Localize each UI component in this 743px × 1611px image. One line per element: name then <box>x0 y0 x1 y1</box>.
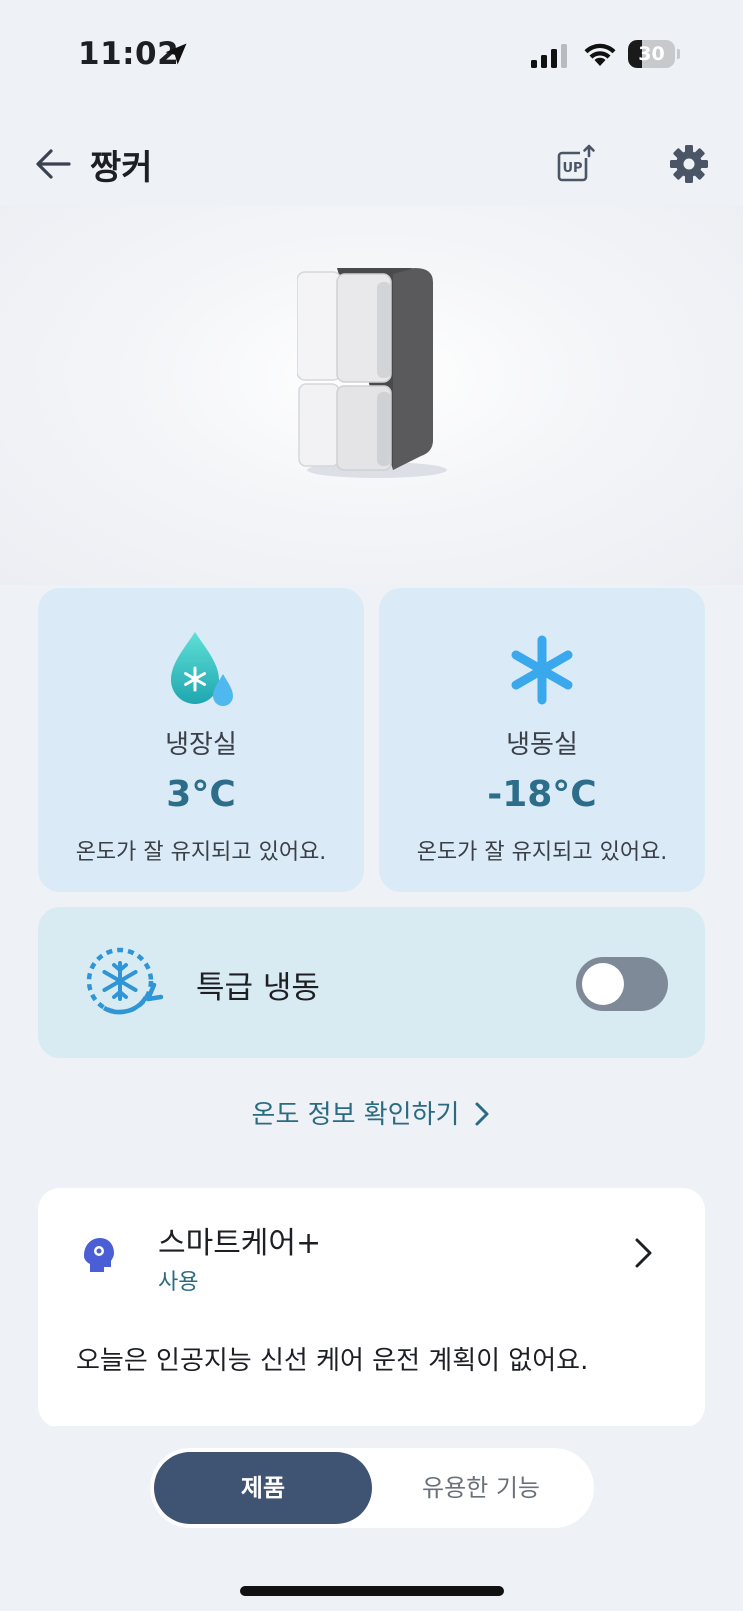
water-drop-snowflake-icon <box>171 632 233 706</box>
express-freeze-label: 특급 냉동 <box>196 970 320 1006</box>
location-arrow-icon <box>165 43 187 65</box>
smartcare-message: 오늘은 인공지능 신선 케어 운전 계획이 없어요. <box>76 1346 589 1376</box>
fridge-compartment-card[interactable]: 냉장실 3°C 온도가 잘 유지되고 있어요. <box>38 588 364 892</box>
express-freeze-card: 특급 냉동 <box>38 907 705 1058</box>
wifi-icon <box>584 43 616 66</box>
temperature-info-link-label: 온도 정보 확인하기 <box>251 1100 460 1130</box>
smartcare-title: 스마트케어+ <box>158 1226 322 1261</box>
product-hero <box>0 205 743 585</box>
freezer-compartment-card[interactable]: 냉동실 -18°C 온도가 잘 유지되고 있어요. <box>379 588 705 892</box>
freezer-temperature: -18°C <box>487 774 597 815</box>
chevron-right-icon <box>475 1102 489 1126</box>
freezer-label: 냉동실 <box>506 730 578 760</box>
upgrade-icon[interactable]: UP <box>556 144 596 184</box>
status-bar: 11:02 30 <box>0 0 743 110</box>
chevron-right-icon[interactable] <box>632 1236 654 1270</box>
battery-icon: 30 <box>628 40 680 68</box>
battery-percentage: 30 <box>638 43 665 65</box>
freezer-status: 온도가 잘 유지되고 있어요. <box>416 840 668 865</box>
smartcare-card[interactable]: 스마트케어+ 사용 오늘은 인공지능 신선 케어 운전 계획이 없어요. <box>38 1188 705 1428</box>
bottom-tab-switcher: 제품 유용한 기능 <box>150 1448 594 1528</box>
refrigerator-image <box>297 268 447 478</box>
svg-text:UP: UP <box>562 161 582 176</box>
fridge-status: 온도가 잘 유지되고 있어요. <box>75 840 327 865</box>
express-freeze-icon <box>86 947 164 1015</box>
gear-icon[interactable] <box>669 144 709 184</box>
bottom-bar: 제품 유용한 기능 <box>0 1426 743 1611</box>
tab-useful-features[interactable]: 유용한 기능 <box>372 1452 590 1524</box>
tab-products[interactable]: 제품 <box>154 1452 372 1524</box>
page-title: 짱커 <box>90 148 153 188</box>
toggle-knob <box>582 963 624 1005</box>
back-arrow-icon[interactable] <box>34 146 72 182</box>
temperature-info-link[interactable]: 온도 정보 확인하기 <box>0 1094 743 1131</box>
fridge-temperature: 3°C <box>166 774 236 815</box>
smartcare-status: 사용 <box>158 1270 199 1295</box>
smartcare-head-icon <box>84 1238 114 1272</box>
cellular-signal-icon <box>531 44 567 68</box>
snowflake-icon <box>511 635 573 705</box>
express-freeze-toggle[interactable] <box>576 957 668 1011</box>
fridge-label: 냉장실 <box>165 730 237 760</box>
home-indicator[interactable] <box>240 1586 504 1596</box>
